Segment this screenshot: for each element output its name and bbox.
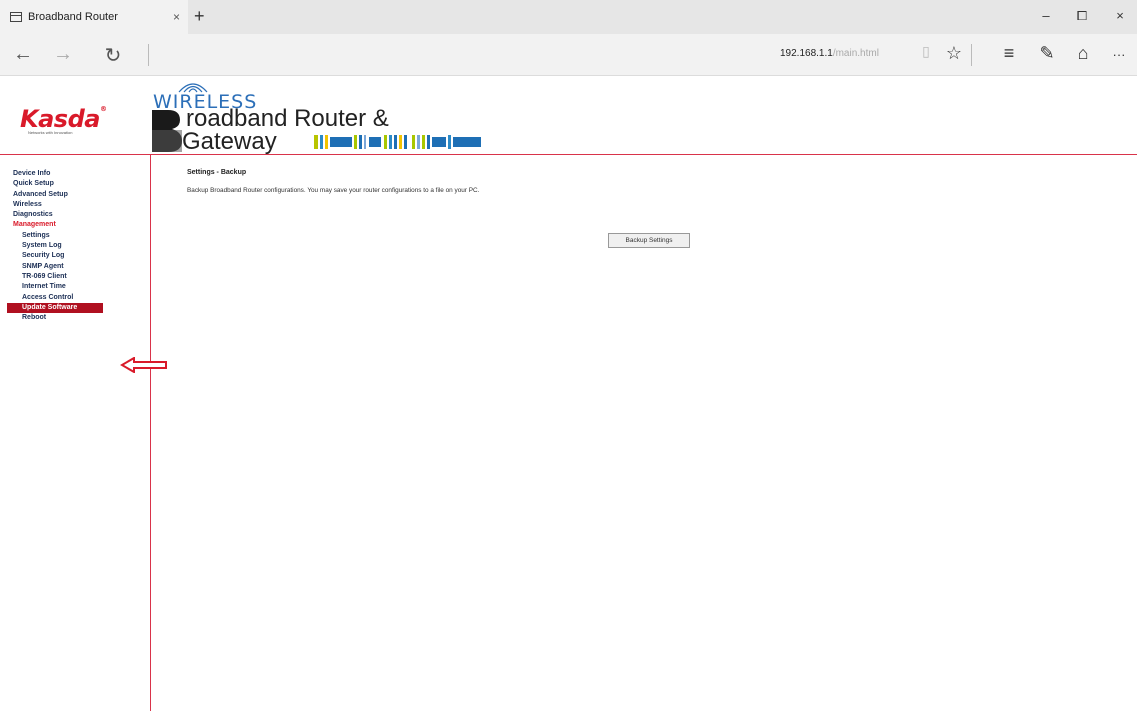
hub-icon[interactable]: ≡ <box>998 43 1020 64</box>
router-page: Kasda® Networks with Innovation WIRELESS… <box>0 77 1137 711</box>
tab-title: Broadband Router <box>28 11 118 23</box>
tab-close-icon[interactable]: × <box>173 10 180 24</box>
url-host: 192.168.1.1 <box>780 48 833 59</box>
favorite-icon[interactable]: ☆ <box>943 43 965 64</box>
page-title: Settings - Backup <box>187 169 247 176</box>
color-bars-graphic <box>314 135 481 149</box>
sidebar-menu: Device Info Quick Setup Advanced Setup W… <box>7 169 143 323</box>
big-b-graphic <box>152 110 182 152</box>
minimize-icon[interactable]: – <box>1036 8 1056 23</box>
menu-item-security-log[interactable]: Security Log <box>13 251 143 261</box>
close-window-icon[interactable]: × <box>1110 8 1130 23</box>
nav-separator <box>148 44 149 66</box>
menu-item-diagnostics[interactable]: Diagnostics <box>13 210 143 220</box>
tab-page-icon <box>10 12 22 22</box>
menu-item-tr069-client[interactable]: TR-069 Client <box>13 272 143 282</box>
share-icon[interactable]: ⌂ <box>1072 43 1094 64</box>
menu-item-advanced-setup[interactable]: Advanced Setup <box>13 190 143 200</box>
more-icon[interactable]: ··· <box>1108 47 1130 62</box>
sidebar-divider <box>150 155 151 711</box>
page-description: Backup Broadband Router configurations. … <box>187 187 480 194</box>
menu-item-settings[interactable]: Settings <box>13 231 143 241</box>
menu-item-reboot[interactable]: Reboot <box>13 313 143 323</box>
reading-view-icon[interactable]: ▯ <box>915 43 937 60</box>
menu-item-quick-setup[interactable]: Quick Setup <box>13 179 143 189</box>
toolbar-separator <box>971 44 972 66</box>
left-arrow-icon <box>120 357 167 373</box>
menu-item-internet-time[interactable]: Internet Time <box>13 282 143 292</box>
menu-item-access-control[interactable]: Access Control <box>13 293 143 303</box>
browser-tab-bar: Broadband Router × + – ⧠ × <box>0 0 1137 34</box>
menu-item-snmp-agent[interactable]: SNMP Agent <box>13 262 143 272</box>
back-icon[interactable]: ← <box>10 43 36 66</box>
router-header: Kasda® Networks with Innovation WIRELESS… <box>0 77 1137 155</box>
url-path: /main.html <box>832 48 879 59</box>
menu-item-system-log[interactable]: System Log <box>13 241 143 251</box>
backup-settings-button[interactable]: Backup Settings <box>608 233 690 248</box>
address-bar: ← → ↻ 192.168.1.1/main.html ▯ ☆ ≡ ✎ ⌂ ··… <box>0 34 1137 76</box>
header-title-line2: Gateway <box>182 128 277 155</box>
browser-tab[interactable]: Broadband Router × <box>0 0 188 34</box>
web-note-icon[interactable]: ✎ <box>1036 43 1058 64</box>
menu-item-update-software[interactable]: Update Software <box>7 302 103 314</box>
header-divider <box>0 154 1137 155</box>
menu-item-device-info[interactable]: Device Info <box>13 169 143 179</box>
maximize-icon[interactable]: ⧠ <box>1072 8 1092 24</box>
menu-item-management[interactable]: Management <box>13 220 143 230</box>
kasda-logo: Kasda® Networks with Innovation <box>20 105 130 145</box>
new-tab-icon[interactable]: + <box>194 6 205 27</box>
forward-icon[interactable]: → <box>50 43 76 66</box>
url-field[interactable]: 192.168.1.1/main.html <box>780 48 879 59</box>
main-content: Settings - Backup Backup Broadband Route… <box>187 169 1087 248</box>
refresh-icon[interactable]: ↻ <box>100 43 126 68</box>
logo-brand: Kasda <box>20 105 100 133</box>
menu-item-wireless[interactable]: Wireless <box>13 200 143 210</box>
